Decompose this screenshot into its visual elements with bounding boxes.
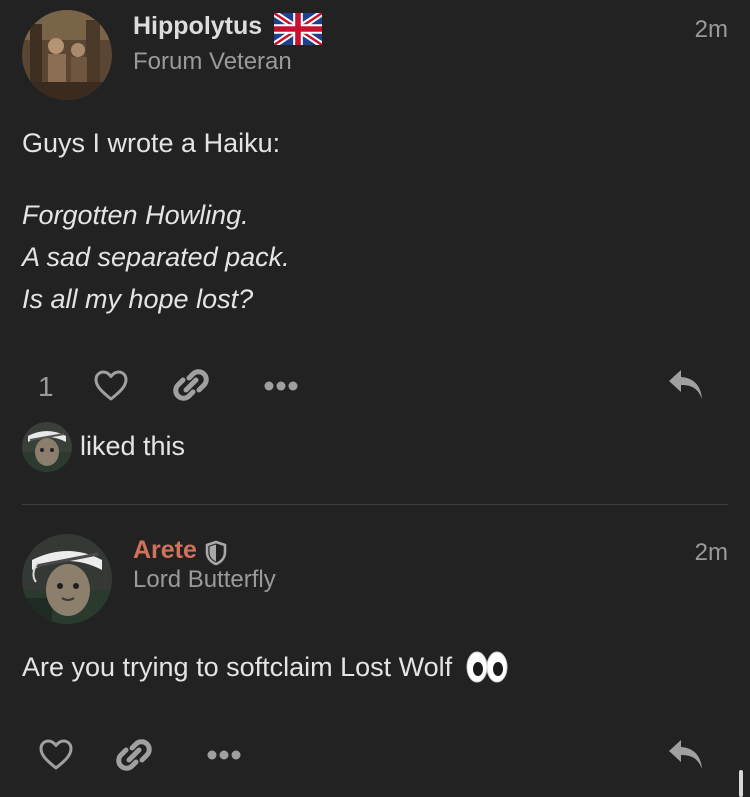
- reply-icon[interactable]: [667, 738, 705, 777]
- post-time[interactable]: 2m: [695, 538, 728, 568]
- username[interactable]: Arete: [133, 535, 197, 565]
- uk-flag-icon: [274, 12, 322, 51]
- avatar[interactable]: [22, 534, 112, 624]
- ellipsis-icon[interactable]: [264, 379, 298, 397]
- post-time[interactable]: 2m: [695, 15, 728, 45]
- heart-icon[interactable]: [93, 369, 129, 407]
- avatar[interactable]: [22, 10, 112, 100]
- user-title: Lord Butterfly: [133, 566, 276, 593]
- username[interactable]: Hippolytus: [133, 11, 262, 41]
- liker-avatar[interactable]: [22, 422, 72, 472]
- post-body: Guys I wrote a Haiku:: [22, 122, 280, 164]
- liked-by-row: liked this: [22, 422, 322, 472]
- reply-icon[interactable]: [667, 368, 705, 407]
- haiku-quote: Forgotten Howling. A sad separated pack.…: [22, 194, 290, 320]
- link-icon[interactable]: [173, 367, 209, 408]
- link-icon[interactable]: [116, 737, 152, 778]
- like-count[interactable]: 1: [38, 371, 54, 403]
- heart-icon[interactable]: [38, 738, 74, 776]
- post-1: Hippolytus Forum Veteran 2m Guys I wrote…: [0, 0, 750, 505]
- haiku-line-3: Is all my hope lost?: [22, 284, 254, 314]
- liked-text: liked this: [80, 431, 186, 461]
- post-2: Arete Lord Butterfly 2m Are you trying t…: [0, 505, 750, 797]
- haiku-line-1: Forgotten Howling.: [22, 200, 249, 230]
- user-title: Forum Veteran: [133, 48, 292, 75]
- ellipsis-icon[interactable]: [207, 748, 241, 766]
- post-body: Are you trying to softclaim Lost Wolf: [22, 646, 508, 696]
- scrollbar-thumb[interactable]: [739, 770, 743, 797]
- post-text: Are you trying to softclaim Lost Wolf: [22, 652, 453, 682]
- haiku-line-2: A sad separated pack.: [22, 242, 290, 272]
- eyes-emoji-icon: [466, 650, 508, 696]
- post-intro: Guys I wrote a Haiku:: [22, 128, 281, 158]
